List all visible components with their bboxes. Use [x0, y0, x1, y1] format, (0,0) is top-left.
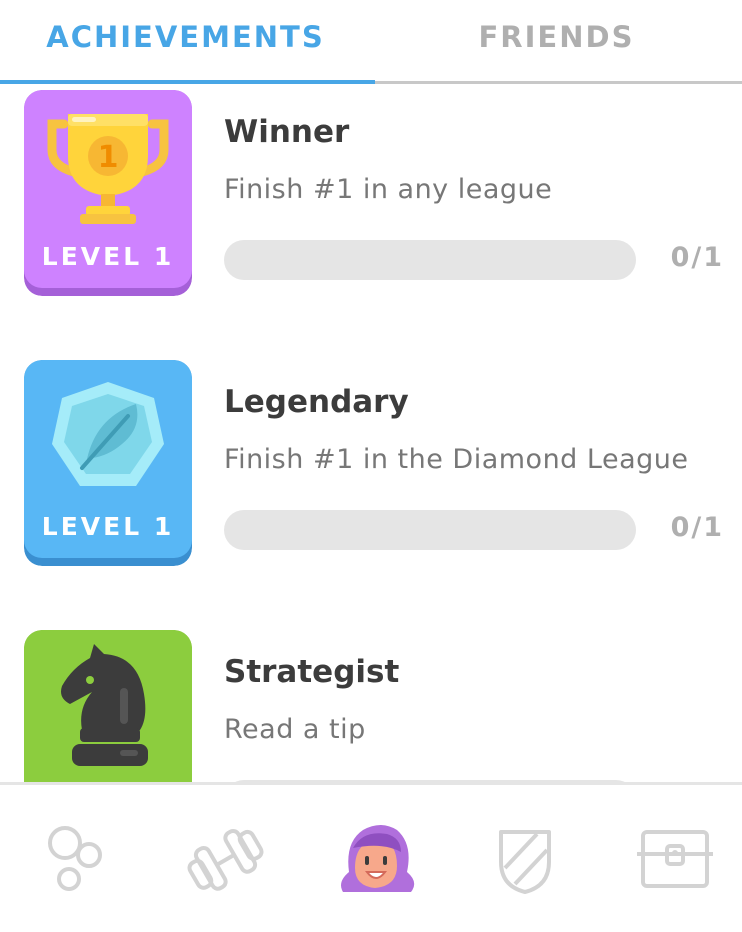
trophy-icon: 1 — [47, 114, 169, 224]
nav-shop[interactable] — [630, 819, 720, 899]
bottom-nav — [0, 782, 742, 932]
achievement-description: Finish #1 in any league — [224, 174, 553, 205]
achievement-title: Strategist — [224, 654, 400, 690]
strategist-badge — [24, 630, 192, 782]
achievement-description: Finish #1 in the Diamond League — [224, 444, 689, 475]
badge-level-label: LEVEL 1 — [41, 242, 175, 271]
nav-practice[interactable] — [180, 819, 270, 899]
progress-count: 0/1 — [670, 242, 724, 273]
achievement-description: Read a tip — [224, 714, 366, 745]
achievement-title: Winner — [224, 114, 350, 150]
svg-text:1: 1 — [98, 140, 119, 175]
achievement-strategist[interactable]: Strategist Read a tip — [0, 630, 742, 782]
achievement-legendary[interactable]: LEVEL 1 Legendary Finish #1 in the Diamo… — [0, 360, 742, 570]
diamond-feather-icon — [52, 382, 164, 486]
nav-leaderboards[interactable] — [480, 819, 570, 899]
winner-badge: 1 LEVEL 1 — [24, 90, 192, 296]
legendary-badge: LEVEL 1 — [24, 360, 192, 566]
nav-profile[interactable] — [330, 819, 420, 899]
learn-circles-icon — [48, 826, 102, 891]
chess-knight-icon — [61, 644, 148, 766]
progress-bar — [224, 510, 636, 550]
treasure-chest-icon — [637, 830, 713, 888]
achievements-list[interactable]: 1 LEVEL 1 Winner Finish #1 in any league… — [0, 84, 742, 782]
progress-count: 0/1 — [670, 512, 724, 543]
tab-bar: ACHIEVEMENTS FRIENDS — [0, 0, 742, 84]
tab-friends[interactable]: FRIENDS — [371, 0, 742, 84]
profile-avatar-icon — [341, 825, 415, 892]
tab-achievements[interactable]: ACHIEVEMENTS — [0, 0, 371, 84]
nav-learn[interactable] — [30, 819, 120, 899]
achievement-title: Legendary — [224, 384, 409, 420]
progress-bar — [224, 240, 636, 280]
shield-icon — [499, 830, 551, 894]
dumbbell-icon — [187, 829, 264, 891]
badge-level-label: LEVEL 1 — [41, 512, 175, 541]
achievement-winner[interactable]: 1 LEVEL 1 Winner Finish #1 in any league… — [0, 90, 742, 300]
